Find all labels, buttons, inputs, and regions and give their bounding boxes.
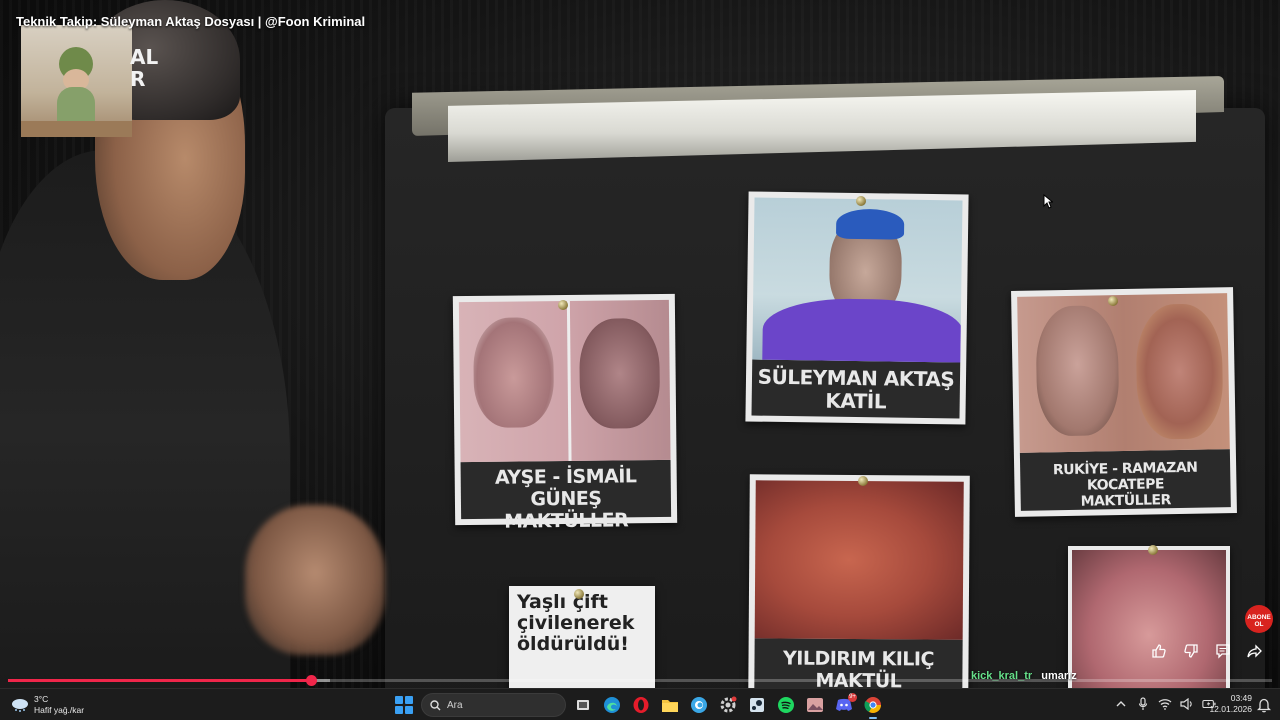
taskbar-app-discord[interactable]: 9+ [834,693,857,716]
gear-icon [720,696,737,713]
pin [856,196,866,206]
tray-overflow-button[interactable] [1114,696,1128,712]
speaker-icon [1180,698,1192,710]
video-progress-bar[interactable] [8,675,1272,686]
taskbar-app-photos[interactable] [805,694,825,716]
channel-watermark: AL R [130,45,159,91]
comment-icon [1216,644,1230,659]
cloud-snow-icon [12,699,28,712]
share-icon [1247,644,1262,658]
folder-icon [662,700,678,712]
edge-icon [604,697,620,713]
taskbar-clock[interactable]: 03:49 12.01.2026 [1208,693,1252,715]
pin [1148,545,1158,555]
channel-thumbnail[interactable] [21,25,132,137]
comments-button[interactable] [1214,642,1232,660]
weather-widget[interactable]: 3°C Hafif yağ./kar [10,694,84,716]
microphone-icon [1138,697,1148,710]
taskbar-app-chrome[interactable] [863,694,883,719]
taskbar-app-settings[interactable] [718,694,738,716]
victim-photo-woman [473,317,555,428]
victim-card-bottom: YILDIRIM KILIÇ MAKTÜL [748,474,970,688]
taskbar-search[interactable] [421,693,566,717]
opera-icon [633,697,649,713]
video-actions [1150,642,1264,660]
taskbar-app-file-explorer[interactable] [660,694,680,716]
system-tray [1114,696,1216,712]
copilot-icon [691,697,707,713]
taskbar-app-edge[interactable] [602,694,622,716]
pin [558,300,568,310]
progress-played [8,679,312,682]
clock-date: 12.01.2026 [1209,704,1252,714]
weather-temp: 3°C [34,694,49,704]
newspaper-clipping: Yaşlı çift çivilenerek öldürüldü! [509,586,655,688]
victim-photo-man [579,318,661,429]
wifi-icon [1158,699,1172,710]
windows-logo-icon [395,696,403,704]
discord-notification-badge: 9+ [848,693,857,702]
start-button[interactable] [395,696,413,714]
pin [1108,296,1118,306]
share-button[interactable] [1246,642,1264,660]
victim-photo-woman-right [1135,303,1224,440]
task-view-icon [577,700,589,710]
video-title[interactable]: Teknik Takip: Süleyman Aktaş Dosyası | @… [16,14,365,29]
taskbar-app-steam[interactable] [747,694,767,716]
newspaper-headline: Yaşlı çift çivilenerek öldürüldü! [517,591,635,655]
dislike-button[interactable] [1182,642,1200,660]
victims-card-left: AYŞE - İSMAİL GÜNEŞ MAKTÜLLER [452,293,678,532]
weather-desc: Hafif yağ./kar [34,705,85,715]
taskbar-apps: 9+ [573,693,883,719]
killer-card: SÜLEYMAN AKTAŞ KATİL [745,191,969,425]
notification-bell-icon[interactable] [1257,697,1271,713]
purple-shirt [762,297,963,363]
clock-time: 03:49 [1230,693,1252,703]
hands-photo-card [1068,546,1230,688]
taskbar: 3°C Hafif yağ./kar Ara 9+ 03:49 12.01.20… [0,688,1280,720]
thumbnail-floor [21,121,132,137]
victims-caption-right: RUKİYE - RAMAZAN KOCATEPE MAKTÜLLER [1019,449,1231,511]
victim-photo-man-right [1035,305,1120,437]
spotify-icon [778,697,794,713]
search-input[interactable] [447,699,557,711]
taskbar-app-spotify[interactable] [776,694,796,716]
victims-caption-left: AYŞE - İSMAİL GÜNEŞ MAKTÜLLER [460,459,672,532]
presenter-hand [245,505,385,655]
microphone-button[interactable] [1136,696,1150,712]
chrome-icon [864,697,881,713]
blue-cap [835,208,905,240]
progress-scrubber[interactable] [306,675,318,686]
thumbs-down-icon [1184,644,1198,658]
mouse-cursor-icon [1043,194,1053,209]
pin [858,476,868,486]
thumbs-up-icon [1152,644,1166,658]
volume-button[interactable] [1180,696,1194,712]
victims-card-right: RUKİYE - RAMAZAN KOCATEPE MAKTÜLLER [1011,287,1237,517]
wifi-button[interactable] [1158,696,1172,712]
chevron-up-icon [1116,701,1126,707]
task-view-button[interactable] [573,694,593,716]
subscribe-badge[interactable]: ABONE OL [1245,605,1273,633]
taskbar-app-copilot[interactable] [689,694,709,716]
search-icon [430,699,441,710]
like-button[interactable] [1150,642,1168,660]
video-player[interactable]: AYŞE - İSMAİL GÜNEŞ MAKTÜLLER SÜLEYMAN A… [0,0,1280,688]
pin [574,589,584,599]
steam-icon [750,698,764,712]
photos-icon [807,698,823,712]
taskbar-app-opera[interactable] [631,694,651,716]
killer-caption: SÜLEYMAN AKTAŞ KATİL [751,359,961,419]
